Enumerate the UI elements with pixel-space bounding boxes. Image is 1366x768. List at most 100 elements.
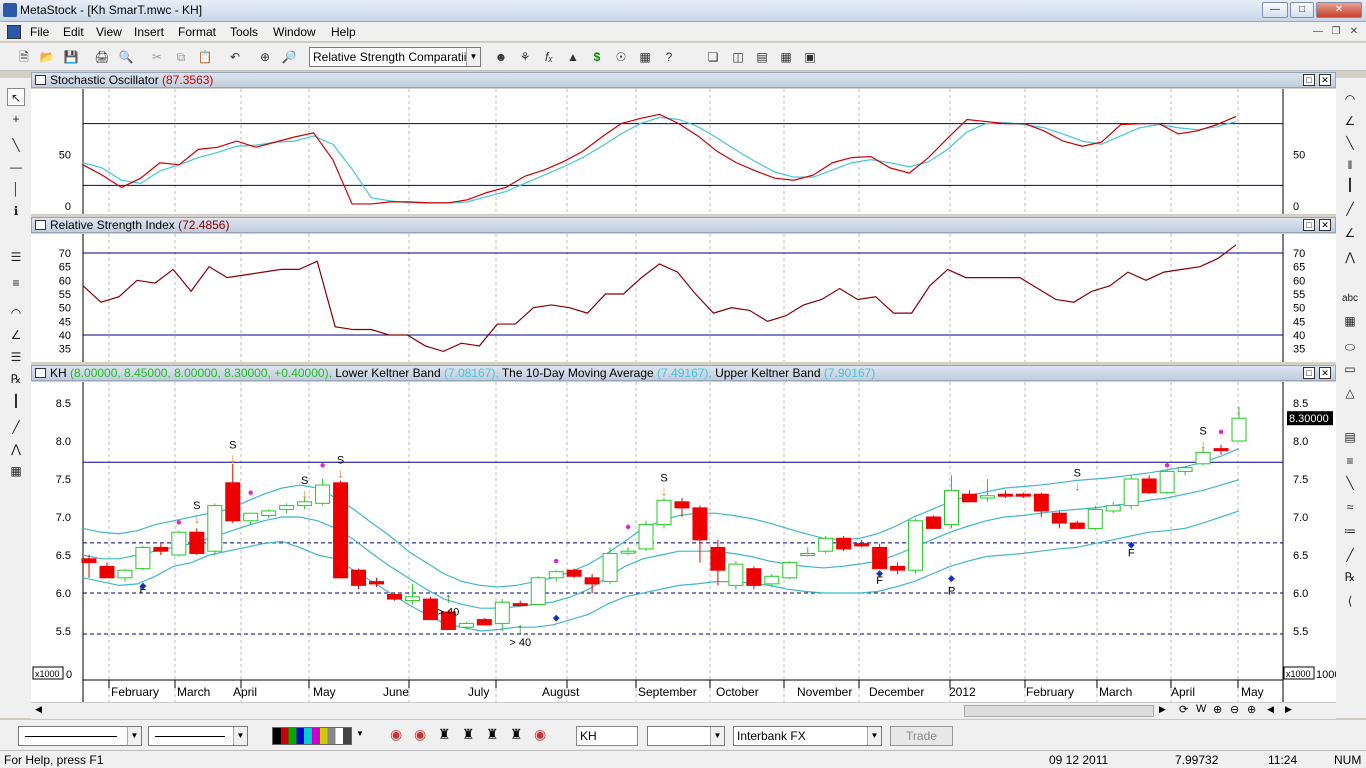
arc-icon[interactable]: ◠: [7, 304, 25, 322]
browser-icon-1[interactable]: ◉: [390, 726, 402, 743]
nav-forward-icon[interactable]: ▶: [1285, 704, 1292, 715]
tool-pitchfork-icon[interactable]: ⋀: [1341, 248, 1359, 266]
chevron-down-icon[interactable]: ▼: [127, 727, 141, 745]
bull-icon[interactable]: ♜: [438, 726, 451, 743]
explorer-icon[interactable]: ⚘: [516, 48, 534, 66]
menu-view[interactable]: View: [96, 25, 122, 39]
help-pointer-icon[interactable]: ?: [660, 48, 678, 66]
cross-icon[interactable]: +: [7, 110, 25, 128]
horizontal-line-icon[interactable]: —: [7, 158, 25, 176]
rsi-chart[interactable]: 70 70 65 65 60 60 55 55 50 50 45 45 40 40 35 35: [31, 234, 1336, 362]
menu-help[interactable]: Help: [331, 25, 356, 39]
chevron-down-icon[interactable]: ▼: [466, 48, 480, 66]
tool-parallel-icon[interactable]: ‖: [1341, 156, 1359, 174]
channel-icon[interactable]: ☰: [7, 248, 25, 266]
minimize-button[interactable]: —: [1262, 2, 1288, 18]
horizontal-scrollbar[interactable]: ◀ ▶ ⟳ W ⊕ ⊖ ⊕ ◀ ▶: [31, 702, 1336, 719]
panel-maximize-icon[interactable]: □: [1303, 74, 1315, 86]
menu-edit[interactable]: Edit: [63, 25, 84, 39]
tool-regression-icon[interactable]: ≔: [1341, 522, 1359, 540]
paste-icon[interactable]: 📋: [196, 48, 214, 66]
tool-cycle-icon[interactable]: ▤: [1341, 428, 1359, 446]
cycle-lines-icon[interactable]: ┃: [7, 392, 25, 410]
maximize-button[interactable]: □: [1290, 2, 1314, 18]
palette-dropdown-icon[interactable]: ▼: [356, 729, 364, 738]
tool-fan-icon[interactable]: ∠: [1341, 112, 1359, 130]
line-weight-select[interactable]: ▼: [148, 726, 248, 746]
menu-format[interactable]: Format: [178, 25, 216, 39]
tool-line-icon[interactable]: ╱: [1341, 200, 1359, 218]
binoculars-icon[interactable]: ☉: [612, 48, 630, 66]
bull-icon-2[interactable]: ♜: [486, 726, 499, 743]
symbol-field[interactable]: KH: [576, 726, 638, 746]
tool-ray-icon[interactable]: ╲: [1341, 134, 1359, 152]
zoom-in-icon[interactable]: ⊕: [1247, 703, 1256, 716]
andrews-pitchfork-icon[interactable]: ⋀: [7, 440, 25, 458]
zoom-out-icon[interactable]: ⊖: [1230, 703, 1239, 716]
scroll-thumb[interactable]: [964, 705, 1154, 717]
menu-window[interactable]: Window: [273, 25, 316, 39]
stochastic-panel-title[interactable]: Stochastic Oscillator (87.3563) □ ✕: [31, 72, 1336, 88]
dollar-icon[interactable]: $: [588, 48, 606, 66]
speed-lines-icon[interactable]: ╱: [7, 418, 25, 436]
copy-icon[interactable]: ⧉: [172, 48, 190, 66]
tool-chevron-icon[interactable]: ⟨: [1341, 592, 1359, 610]
tool-channel-icon[interactable]: ≡: [1341, 452, 1359, 470]
system-tester-icon[interactable]: ▲: [564, 48, 582, 66]
open-icon[interactable]: 📂: [38, 48, 56, 66]
tool-grid-icon[interactable]: ▦: [1341, 312, 1359, 330]
tile-grid-icon[interactable]: ▦: [777, 48, 795, 66]
menu-tools[interactable]: Tools: [230, 25, 258, 39]
rsi-panel-title[interactable]: Relative Strength Index (72.4856) □ ✕: [31, 217, 1336, 233]
panel-close-icon[interactable]: ✕: [1319, 367, 1331, 379]
retracement-icon[interactable]: ☰: [7, 348, 25, 366]
new-icon[interactable]: 🗎: [15, 48, 33, 66]
vertical-line-icon[interactable]: │: [7, 180, 25, 198]
stochastic-chart[interactable]: 50 50 0 0: [31, 89, 1336, 214]
grid-icon[interactable]: ▦: [7, 462, 25, 480]
cut-icon[interactable]: ✂: [148, 48, 166, 66]
ellipse-icon[interactable]: ⬭: [1341, 338, 1359, 356]
fit-icon[interactable]: ⊕: [1213, 703, 1222, 716]
print-preview-icon[interactable]: 🔍: [117, 48, 135, 66]
browser-icon-2[interactable]: ◉: [414, 726, 426, 743]
save-icon[interactable]: 💾: [62, 48, 80, 66]
panel-close-icon[interactable]: ✕: [1319, 219, 1331, 231]
fibonacci-icon[interactable]: ≡: [7, 274, 25, 292]
abc-icon[interactable]: abc: [1341, 290, 1359, 308]
chevron-down-icon[interactable]: ▼: [233, 727, 247, 745]
price-panel-title[interactable]: KH (8.00000, 8.45000, 8.00000, 8.30000, …: [31, 365, 1336, 381]
bear-icon[interactable]: ♜: [462, 726, 475, 743]
text-tool-icon[interactable]: ℹ: [7, 202, 25, 220]
bear-icon-2[interactable]: ♜: [510, 726, 523, 743]
undo-icon[interactable]: ↶: [226, 48, 244, 66]
mdi-minimize-icon[interactable]: —: [1310, 25, 1326, 39]
server-select[interactable]: Interbank FX ▼: [733, 726, 882, 746]
trendline-icon[interactable]: ╲: [7, 136, 25, 154]
tile-horizontal-icon[interactable]: ▤: [753, 48, 771, 66]
wave-icon[interactable]: W: [1196, 703, 1206, 715]
tool-speed-icon[interactable]: ∠: [1341, 224, 1359, 242]
rectangle-icon[interactable]: ▭: [1341, 360, 1359, 378]
crosshair-icon[interactable]: ⊕: [256, 48, 274, 66]
indicator-select[interactable]: Relative Strength Comparatii ▼: [309, 47, 481, 67]
menu-insert[interactable]: Insert: [134, 25, 164, 39]
formula-icon[interactable]: fₓ: [540, 48, 558, 66]
zoom-icon[interactable]: 🔎: [280, 48, 298, 66]
period-select[interactable]: ▼: [647, 726, 725, 746]
print-icon[interactable]: 🖨: [93, 48, 111, 66]
expert-advisor-icon[interactable]: ☻: [492, 48, 510, 66]
chevron-down-icon[interactable]: ▼: [710, 727, 724, 745]
pointer-icon[interactable]: ↖: [7, 88, 25, 106]
menu-file[interactable]: File: [30, 25, 49, 39]
browser-icon-3[interactable]: ◉: [534, 726, 546, 743]
scroll-right-icon[interactable]: ▶: [1159, 704, 1166, 715]
gann-icon[interactable]: ℞: [7, 370, 25, 388]
panel-maximize-icon[interactable]: □: [1303, 219, 1315, 231]
tool-bars-icon[interactable]: ┃: [1341, 176, 1359, 194]
close-button[interactable]: ✕: [1316, 2, 1362, 18]
tool-arc-icon[interactable]: ◠: [1341, 90, 1359, 108]
metastock-app-icon[interactable]: [3, 3, 17, 17]
panel-maximize-icon[interactable]: □: [1303, 367, 1315, 379]
table-icon[interactable]: ▦: [636, 48, 654, 66]
